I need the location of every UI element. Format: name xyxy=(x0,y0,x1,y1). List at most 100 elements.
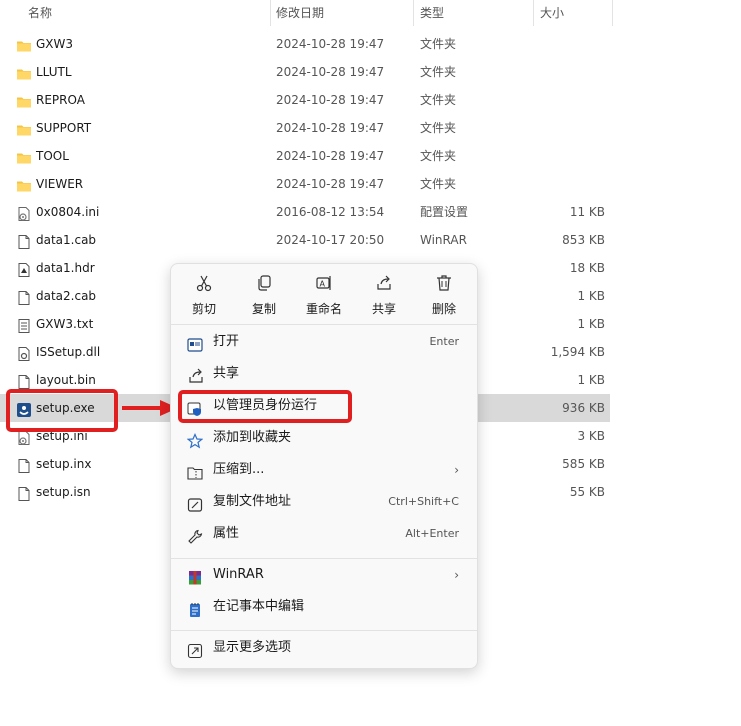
sort-chevron-icon: ⌃ xyxy=(140,0,150,7)
svg-text:A: A xyxy=(320,280,326,289)
open-icon xyxy=(187,334,203,352)
quick-action-label: 删除 xyxy=(431,302,456,316)
file-name: SUPPORT xyxy=(36,121,92,135)
file-row[interactable]: LLUTL 2024-10-28 19:47 文件夹 xyxy=(0,58,610,86)
file-size: 18 KB xyxy=(569,261,605,275)
file-type: 文件夹 xyxy=(420,65,457,79)
file-size: 3 KB xyxy=(577,429,605,443)
zip-icon xyxy=(187,462,203,480)
column-divider[interactable] xyxy=(413,0,414,26)
file-date: 2024-10-28 19:47 xyxy=(276,37,385,51)
column-size-header[interactable]: 大小 xyxy=(540,0,564,26)
column-divider[interactable] xyxy=(533,0,534,26)
file-date: 2024-10-17 20:50 xyxy=(276,233,385,247)
menu-item-shortcut: Enter xyxy=(429,335,459,348)
rename-icon: A xyxy=(299,274,349,292)
annotation-highlight-run-as-admin xyxy=(178,390,352,423)
folder-icon xyxy=(16,148,32,164)
column-divider[interactable] xyxy=(612,0,613,26)
file-type: 文件夹 xyxy=(420,93,457,107)
menu-item[interactable]: 添加到收藏夹 xyxy=(175,423,473,453)
menu-divider xyxy=(171,558,477,559)
quick-action-label: 复制 xyxy=(251,302,276,316)
file-name: LLUTL xyxy=(36,65,72,79)
file-date: 2024-10-28 19:47 xyxy=(276,93,385,107)
file-row[interactable]: TOOL 2024-10-28 19:47 文件夹 xyxy=(0,142,610,170)
file-icon xyxy=(16,232,32,249)
quick-action-label: 共享 xyxy=(371,302,396,316)
wrench-icon xyxy=(187,526,203,544)
menu-item[interactable]: 在记事本中编辑 xyxy=(175,592,473,622)
file-name: GXW3 xyxy=(36,37,74,51)
menu-item-label: 添加到收藏夹 xyxy=(213,430,292,445)
quick-action-label: 重命名 xyxy=(305,302,342,316)
file-date: 2024-10-28 19:47 xyxy=(276,121,385,135)
file-icon xyxy=(16,288,32,305)
file-row[interactable]: data1.cab 2024-10-17 20:50 WinRAR 853 KB xyxy=(0,226,610,254)
file-size: 1,594 KB xyxy=(550,345,605,359)
menu-item[interactable]: 显示更多选项 xyxy=(175,633,473,663)
file-size: 1 KB xyxy=(577,289,605,303)
folder-icon xyxy=(16,36,32,52)
file-name: setup.inx xyxy=(36,457,92,471)
folder-icon xyxy=(16,176,32,192)
file-row[interactable]: 0x0804.ini 2016-08-12 13:54 配置设置 11 KB xyxy=(0,198,610,226)
file-name: data1.cab xyxy=(36,233,97,247)
share-icon xyxy=(187,366,203,383)
quick-action-button[interactable]: 删除 xyxy=(419,274,469,320)
menu-item-label: 在记事本中编辑 xyxy=(213,599,305,614)
file-name: setup.isn xyxy=(36,485,91,499)
file-type: 文件夹 xyxy=(420,177,457,191)
file-row[interactable]: SUPPORT 2024-10-28 19:47 文件夹 xyxy=(0,114,610,142)
menu-item-label: 显示更多选项 xyxy=(213,640,292,655)
menu-item[interactable]: 属性 Alt+Enter xyxy=(175,519,473,549)
file-name: ISSetup.dll xyxy=(36,345,101,359)
menu-divider xyxy=(171,324,477,325)
menu-item-label: 打开 xyxy=(213,334,240,349)
column-name-header[interactable]: 名称 xyxy=(28,0,52,26)
quick-action-button[interactable]: 共享 xyxy=(359,274,409,320)
file-size: 853 KB xyxy=(562,233,605,247)
file-name: GXW3.txt xyxy=(36,317,94,331)
quick-action-label: 剪切 xyxy=(191,302,216,316)
file-size: 1 KB xyxy=(577,317,605,331)
file-size: 11 KB xyxy=(569,205,605,219)
file-size: 936 KB xyxy=(562,401,605,415)
menu-item-shortcut: Ctrl+Shift+C xyxy=(388,495,459,508)
file-name: data2.cab xyxy=(36,289,97,303)
menu-item-label: 压缩到... xyxy=(213,462,265,477)
file-name: 0x0804.ini xyxy=(36,205,100,219)
winrar-icon xyxy=(187,567,203,585)
folder-icon xyxy=(16,64,32,80)
share-icon xyxy=(359,274,409,292)
file-size: 585 KB xyxy=(562,457,605,471)
quick-action-button[interactable]: 剪切 xyxy=(179,274,229,320)
menu-item[interactable]: 复制文件地址 Ctrl+Shift+C xyxy=(175,487,473,517)
file-size: 55 KB xyxy=(569,485,605,499)
copy-path-icon xyxy=(187,494,203,512)
file-row[interactable]: GXW3 2024-10-28 19:47 文件夹 xyxy=(0,30,610,58)
column-type-header[interactable]: 类型 xyxy=(420,0,444,26)
file-row[interactable]: REPROA 2024-10-28 19:47 文件夹 xyxy=(0,86,610,114)
menu-item[interactable]: WinRAR › xyxy=(175,560,473,590)
menu-item-label: 复制文件地址 xyxy=(213,494,292,509)
file-row[interactable]: VIEWER 2024-10-28 19:47 文件夹 xyxy=(0,170,610,198)
dll-file-icon xyxy=(16,344,32,361)
quick-action-button[interactable]: 复制 xyxy=(239,274,289,320)
column-date-header[interactable]: 修改日期 xyxy=(276,0,324,26)
file-icon xyxy=(16,372,32,389)
menu-item[interactable]: 压缩到... › xyxy=(175,455,473,485)
file-icon xyxy=(16,484,32,501)
file-date: 2024-10-28 19:47 xyxy=(276,65,385,79)
file-name: REPROA xyxy=(36,93,85,107)
menu-item[interactable]: 打开 Enter xyxy=(175,327,473,357)
menu-divider xyxy=(171,630,477,631)
chevron-right-icon: › xyxy=(454,568,459,582)
menu-item[interactable]: 共享 xyxy=(175,359,473,389)
chevron-right-icon: › xyxy=(454,463,459,477)
quick-action-button[interactable]: A 重命名 xyxy=(299,274,349,320)
hdr-file-icon xyxy=(16,260,32,277)
column-divider[interactable] xyxy=(270,0,271,26)
star-icon xyxy=(186,430,204,449)
scissors-icon xyxy=(179,274,229,292)
